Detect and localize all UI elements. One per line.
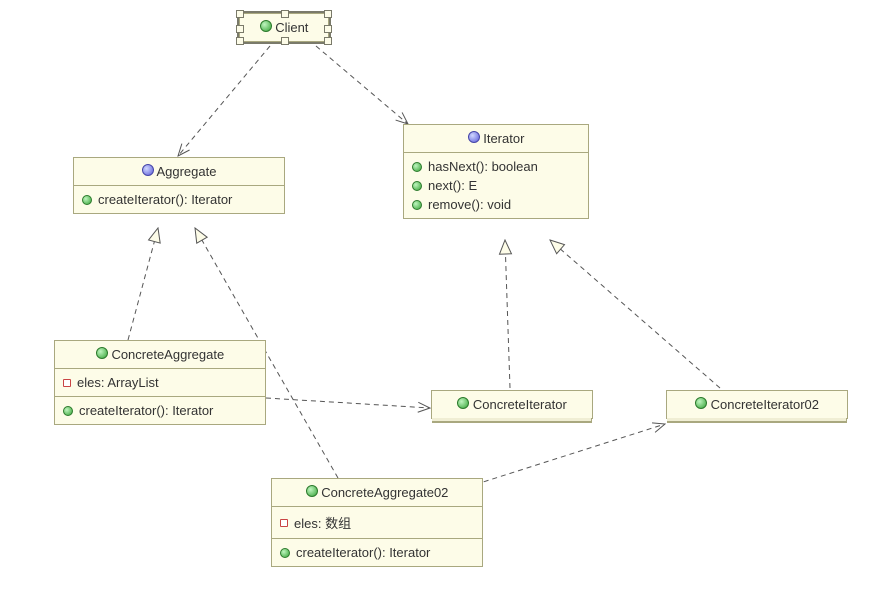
field-signature: eles: 数组 xyxy=(294,513,351,532)
class-title: Iterator xyxy=(404,125,588,153)
public-method-icon xyxy=(412,181,422,191)
method-row: createIterator(): Iterator xyxy=(63,401,257,420)
class-icon xyxy=(695,397,707,409)
class-name: ConcreteIterator xyxy=(473,397,567,412)
method-row: createIterator(): Iterator xyxy=(280,543,474,562)
methods-section: createIterator(): Iterator xyxy=(272,539,482,566)
method-signature: createIterator(): Iterator xyxy=(296,545,430,560)
class-name: ConcreteAggregate xyxy=(111,347,224,362)
fields-section: eles: ArrayList xyxy=(55,369,265,397)
field-row: eles: 数组 xyxy=(280,511,474,534)
class-title: Aggregate xyxy=(74,158,284,186)
class-title: ConcreteIterator02 xyxy=(667,391,847,418)
methods-section: createIterator(): Iterator xyxy=(55,397,265,424)
interface-icon xyxy=(468,131,480,143)
class-name: Client xyxy=(275,20,308,35)
field-icon xyxy=(63,379,71,387)
public-method-icon xyxy=(63,406,73,416)
method-signature: remove(): void xyxy=(428,197,511,212)
class-client[interactable]: Client xyxy=(239,13,329,42)
public-method-icon xyxy=(280,548,290,558)
class-icon xyxy=(260,20,272,32)
field-row: eles: ArrayList xyxy=(63,373,257,392)
method-row: next(): E xyxy=(412,176,580,195)
interface-aggregate[interactable]: Aggregate createIterator(): Iterator xyxy=(73,157,285,214)
class-icon xyxy=(306,485,318,497)
class-title: ConcreteIterator xyxy=(432,391,592,418)
bottom-shade xyxy=(432,418,592,423)
class-icon xyxy=(457,397,469,409)
class-name: Aggregate xyxy=(156,164,216,179)
class-concrete-iterator-02[interactable]: ConcreteIterator02 xyxy=(666,390,848,419)
method-signature: hasNext(): boolean xyxy=(428,159,538,174)
class-name: ConcreteAggregate02 xyxy=(321,485,448,500)
methods-section: createIterator(): Iterator xyxy=(74,186,284,213)
method-row: hasNext(): boolean xyxy=(412,157,580,176)
class-name: Iterator xyxy=(483,131,524,146)
method-signature: createIterator(): Iterator xyxy=(79,403,213,418)
class-title: ConcreteAggregate02 xyxy=(272,479,482,507)
class-concrete-iterator[interactable]: ConcreteIterator xyxy=(431,390,593,419)
public-method-icon xyxy=(412,200,422,210)
class-concrete-aggregate[interactable]: ConcreteAggregate eles: ArrayList create… xyxy=(54,340,266,425)
bottom-shade xyxy=(667,418,847,423)
interface-iterator[interactable]: Iterator hasNext(): boolean next(): E re… xyxy=(403,124,589,219)
class-icon xyxy=(96,347,108,359)
method-signature: next(): E xyxy=(428,178,477,193)
interface-icon xyxy=(142,164,154,176)
class-concrete-aggregate-02[interactable]: ConcreteAggregate02 eles: 数组 createItera… xyxy=(271,478,483,567)
class-title: ConcreteAggregate xyxy=(55,341,265,369)
public-method-icon xyxy=(412,162,422,172)
method-row: remove(): void xyxy=(412,195,580,214)
methods-section: hasNext(): boolean next(): E remove(): v… xyxy=(404,153,588,218)
method-signature: createIterator(): Iterator xyxy=(98,192,232,207)
class-name: ConcreteIterator02 xyxy=(711,397,819,412)
field-icon xyxy=(280,519,288,527)
public-method-icon xyxy=(82,195,92,205)
fields-section: eles: 数组 xyxy=(272,507,482,539)
field-signature: eles: ArrayList xyxy=(77,375,159,390)
method-row: createIterator(): Iterator xyxy=(82,190,276,209)
